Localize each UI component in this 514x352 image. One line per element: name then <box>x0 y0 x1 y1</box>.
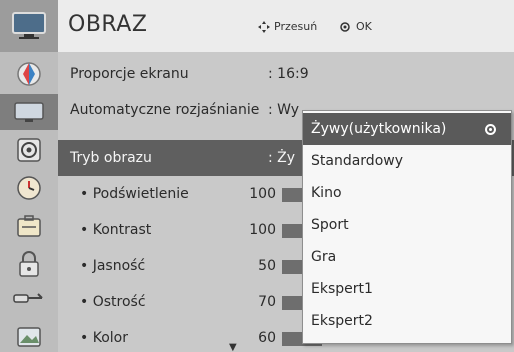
rail-header <box>0 0 58 52</box>
tv-icon <box>0 8 58 44</box>
category-rail <box>0 0 58 352</box>
dropdown-option-game[interactable]: Gra <box>303 241 511 273</box>
option-label: Żywy(użytkownika) <box>311 121 447 137</box>
radio-selected-icon <box>485 124 496 135</box>
menu-row-value: : 16:9 <box>268 66 309 82</box>
menu-row-value: : Ży <box>268 150 296 166</box>
option-label: Kino <box>311 185 342 201</box>
setting-label: • Kontrast <box>80 222 152 238</box>
setting-value: 70 <box>258 294 276 310</box>
photo-icon[interactable] <box>0 318 58 352</box>
setting-label: • Podświetlenie <box>80 186 189 202</box>
menu-header: OBRAZ Przesuń OK <box>58 0 514 52</box>
clock-icon[interactable] <box>0 170 58 206</box>
move-hint-label: Przesuń <box>274 20 318 33</box>
menu-row-label: Automatyczne rozjaśnianie <box>70 102 260 118</box>
input-icon[interactable] <box>0 280 58 316</box>
option-label: Gra <box>311 249 337 265</box>
dropdown-option-expert1[interactable]: Ekspert1 <box>303 273 511 305</box>
move-hint: Przesuń <box>258 20 317 33</box>
options-icon[interactable] <box>0 208 58 244</box>
scroll-down-icon[interactable]: ▼ <box>229 342 237 352</box>
page-title: OBRAZ <box>68 12 148 37</box>
dropdown-option-standard[interactable]: Standardowy <box>303 145 511 177</box>
menu-row-label: Tryb obrazu <box>70 150 152 166</box>
lock-icon[interactable] <box>0 246 58 282</box>
setting-value: 50 <box>258 258 276 274</box>
setting-value: 100 <box>249 222 276 238</box>
dropdown-option-cinema[interactable]: Kino <box>303 177 511 209</box>
tv-menu-screen: OBRAZ Przesuń OK Proporcje ekranu : 16:9… <box>0 0 514 352</box>
setting-value: 100 <box>249 186 276 202</box>
setting-label: • Ostrość <box>80 294 146 310</box>
option-label: Sport <box>311 217 349 233</box>
ok-hint: OK <box>340 20 372 33</box>
dropdown-option-sport[interactable]: Sport <box>303 209 511 241</box>
dropdown-option-expert2[interactable]: Ekspert2 <box>303 305 511 337</box>
option-label: Ekspert2 <box>311 313 373 329</box>
ok-hint-label: OK <box>356 20 372 33</box>
setting-label: • Kolor <box>80 330 128 346</box>
dropdown-option-vivid-user[interactable]: Żywy(użytkownika) <box>303 113 511 145</box>
setting-value: 60 <box>258 330 276 346</box>
menu-row-value: : Wy <box>268 102 300 118</box>
picture-mode-dropdown: Żywy(użytkownika) Standardowy Kino Sport… <box>302 110 512 344</box>
menu-row-aspect-ratio[interactable]: Proporcje ekranu : 16:9 <box>58 56 514 92</box>
menu-row-label: Proporcje ekranu <box>70 66 189 82</box>
arrows-icon <box>258 20 270 33</box>
option-label: Standardowy <box>311 153 403 169</box>
setting-label: • Jasność <box>80 258 146 274</box>
screen-icon[interactable] <box>0 94 58 130</box>
picture-icon[interactable] <box>0 56 58 92</box>
ok-button-icon <box>340 21 350 32</box>
audio-icon[interactable] <box>0 132 58 168</box>
option-label: Ekspert1 <box>311 281 373 297</box>
